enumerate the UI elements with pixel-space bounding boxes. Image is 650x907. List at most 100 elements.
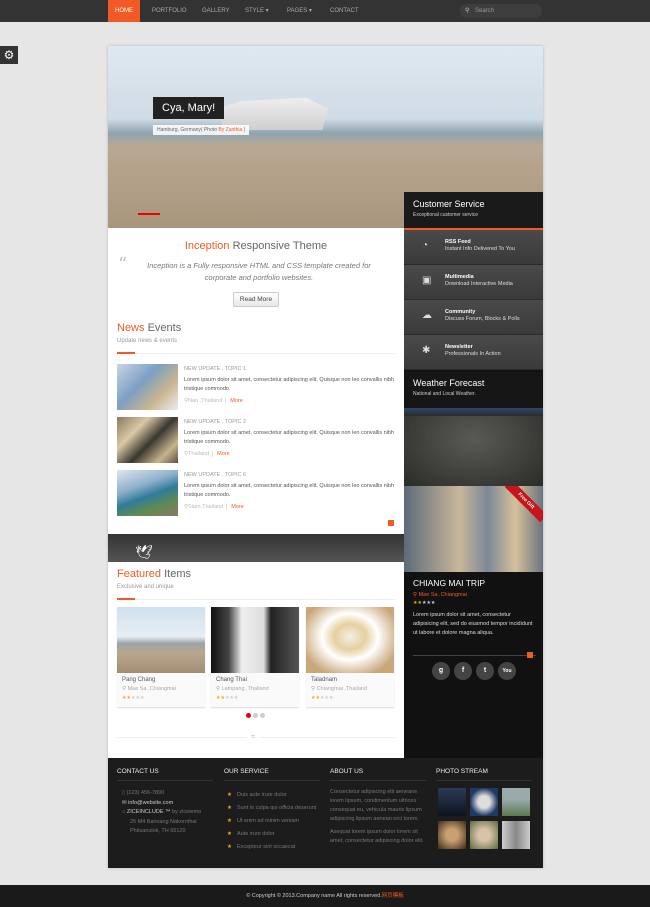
main-column: Inception Responsive Theme “ Inception i… bbox=[108, 228, 404, 526]
nav-style[interactable]: STYLE ▾ bbox=[245, 0, 269, 22]
sidebar-item-multimedia[interactable]: ▣ Multimedia Download Interactive Media bbox=[404, 265, 543, 300]
copyright-text: © Copyright © 2013.Company name All righ… bbox=[246, 893, 382, 899]
featured-card[interactable]: Taladnam ⚲ Chiangmai ,Thailand ★★★★★ bbox=[306, 607, 394, 707]
cs-sub: Exceptional customer service bbox=[413, 212, 479, 218]
featured-subtitle: Exclusive and unique bbox=[117, 584, 174, 590]
quote-icon: “ bbox=[118, 254, 128, 275]
news-item: NEW UPDATE , TOPIC 1 Lorem ipsum dolor s… bbox=[117, 364, 397, 412]
sidebar-item-rss[interactable]: ◔ RSS Feed Instant Info Delivered To You bbox=[404, 230, 543, 265]
footer-about-title: ABOUT US bbox=[330, 768, 364, 775]
ribbon-badge: Free Gift bbox=[504, 486, 543, 523]
more-link[interactable]: More bbox=[226, 504, 244, 510]
footer-service-title: OUR SERVICE bbox=[224, 768, 269, 775]
top-nav: HOME PORTFOLIO GALLERY STYLE ▾ PAGES ▾ C… bbox=[0, 0, 650, 22]
news-meta: ⚲Siam,Thailand More bbox=[184, 504, 244, 510]
trip-body: Lorem ipsum dolor sit amet, consectetur … bbox=[413, 612, 533, 636]
service-link[interactable]: ★ Excepteur sint occaecat bbox=[227, 844, 295, 850]
intro-quote: Inception is a Fully responsive HTML and… bbox=[147, 261, 371, 282]
intro-title: Inception Responsive Theme bbox=[184, 240, 328, 252]
featured-card[interactable]: Chang Thai ⚲ Lampang ,Thailand ★★★★★ bbox=[211, 607, 299, 707]
hero-caption: Cya, Mary! bbox=[153, 97, 225, 119]
photo-author-link[interactable]: By Zanthia bbox=[218, 127, 242, 133]
service-link[interactable]: ★ Aute irure dolor bbox=[227, 831, 275, 837]
google-icon[interactable]: g bbox=[432, 662, 450, 680]
more-link[interactable]: More bbox=[212, 451, 230, 457]
read-more-button[interactable]: Read More bbox=[233, 292, 279, 307]
featured-location: ⚲ Chiangmai ,Thailand bbox=[311, 686, 368, 692]
nav-pages[interactable]: PAGES ▾ bbox=[287, 0, 312, 22]
footer-contact-title: CONTACT US bbox=[117, 768, 159, 775]
news-topic: NEW UPDATE , TOPIC 2 bbox=[184, 419, 247, 425]
twitter-icon[interactable]: t bbox=[476, 662, 494, 680]
rating-stars: ★★★★★ bbox=[311, 695, 334, 701]
featured-name: Taladnam bbox=[311, 677, 338, 683]
sidebar-item-newsletter[interactable]: ✱ Newsletter Professionals In Action bbox=[404, 335, 543, 370]
news-thumbnail[interactable] bbox=[117, 417, 178, 463]
news-body: Lorem ipsum dolor sit amet, consectetur … bbox=[184, 377, 395, 392]
service-link[interactable]: ★ Sunt in culpa qui officia deserunt bbox=[227, 805, 316, 811]
featured-location: ⚲ Mae Sa ,Chiangmai bbox=[122, 686, 176, 692]
photo-thumb[interactable] bbox=[470, 821, 498, 849]
trip-location: ⚲ Mae Sa ,Chiangmai bbox=[413, 592, 467, 598]
photo-thumb[interactable] bbox=[470, 788, 498, 816]
featured-image bbox=[117, 607, 205, 673]
contact-info: ▯ (123) 456-7890 ✉ info@website.com ⌂ ZI… bbox=[122, 790, 202, 834]
nav-home[interactable]: HOME bbox=[108, 0, 140, 22]
photo-thumb[interactable] bbox=[502, 788, 530, 816]
news-thumbnail[interactable] bbox=[117, 470, 178, 516]
image-icon: ▣ bbox=[422, 275, 432, 286]
home-icon: ⌂ bbox=[122, 809, 126, 815]
email-link[interactable]: info@website.com bbox=[128, 800, 173, 806]
cloud-icon: ☁ bbox=[422, 310, 432, 321]
news-topic: NEW UPDATE , TOPIC 6 bbox=[184, 472, 247, 478]
news-meta: ⚲Thailand More bbox=[184, 451, 230, 457]
twitter-bar: 🕊 bbox=[108, 534, 404, 562]
news-thumbnail[interactable] bbox=[117, 364, 178, 410]
weather-widget bbox=[404, 408, 543, 486]
divider bbox=[117, 598, 395, 600]
rating-stars: ★★★★★ bbox=[216, 695, 239, 701]
trip-info: CHIANG MAI TRIP ⚲ Mae Sa ,Chiangmai ★★★★… bbox=[413, 578, 535, 638]
footer: CONTACT US ▯ (123) 456-7890 ✉ info@websi… bbox=[108, 758, 543, 868]
settings-gear-icon[interactable]: ⚙ bbox=[0, 46, 18, 64]
sidebar-item-community[interactable]: ☁ Community Discuss Forum, Blocks & Polls bbox=[404, 300, 543, 335]
news-body: Lorem ipsum dolor sit amet, consectetur … bbox=[184, 430, 395, 445]
mail-icon: ✉ bbox=[122, 799, 127, 806]
rating-stars: ★★★★★ bbox=[122, 695, 145, 701]
photo-thumb[interactable] bbox=[438, 821, 466, 849]
nav-contact[interactable]: CONTACT bbox=[330, 0, 359, 22]
trip-more-button[interactable] bbox=[527, 652, 533, 658]
service-link[interactable]: ★ Ut enim ad minim veniam bbox=[227, 818, 299, 824]
facebook-icon[interactable]: f bbox=[454, 662, 472, 680]
carousel-pagination[interactable] bbox=[246, 713, 267, 720]
nav-gallery[interactable]: GALLERY bbox=[202, 0, 230, 22]
search-placeholder: Search bbox=[475, 8, 495, 14]
twitter-bird-icon[interactable]: 🕊 bbox=[135, 544, 153, 561]
photo-thumb[interactable] bbox=[438, 788, 466, 816]
youtube-icon[interactable]: You bbox=[498, 662, 516, 680]
news-more-button[interactable] bbox=[388, 520, 394, 526]
trip-title: CHIANG MAI TRIP bbox=[413, 578, 486, 588]
featured-image bbox=[306, 607, 394, 673]
trip-image[interactable]: Free Gift bbox=[404, 486, 543, 572]
page-dot bbox=[260, 713, 265, 718]
nav-portfolio[interactable]: PORTFOLIO bbox=[152, 0, 187, 22]
slider-progress bbox=[138, 213, 160, 215]
service-link[interactable]: ★ Duis aute irure dolor bbox=[227, 792, 286, 798]
page-container: Cya, Mary! Hamburg, Germany( Photo By Za… bbox=[108, 46, 543, 868]
divider bbox=[413, 655, 536, 656]
hero-slider[interactable]: Cya, Mary! Hamburg, Germany( Photo By Za… bbox=[108, 46, 543, 228]
page-dot bbox=[246, 713, 251, 718]
page-dot bbox=[253, 713, 258, 718]
cs-title: Customer Service bbox=[413, 199, 485, 209]
news-title: News Events bbox=[117, 322, 182, 334]
featured-card[interactable]: Pang Chang ⚲ Mae Sa ,Chiangmai ★★★★★ bbox=[117, 607, 205, 707]
featured-name: Chang Thai bbox=[216, 677, 247, 683]
photo-thumb[interactable] bbox=[502, 821, 530, 849]
more-link[interactable]: More bbox=[225, 398, 243, 404]
footer-photo-title: PHOTO STREAM bbox=[436, 768, 488, 775]
search-input[interactable]: ⚲ Search bbox=[460, 4, 542, 18]
customer-service-panel[interactable]: Customer Service Exceptional customer ser… bbox=[404, 192, 543, 228]
gear-icon: ✱ bbox=[422, 345, 431, 356]
copyright-link[interactable]: 网页模板 bbox=[382, 893, 404, 899]
